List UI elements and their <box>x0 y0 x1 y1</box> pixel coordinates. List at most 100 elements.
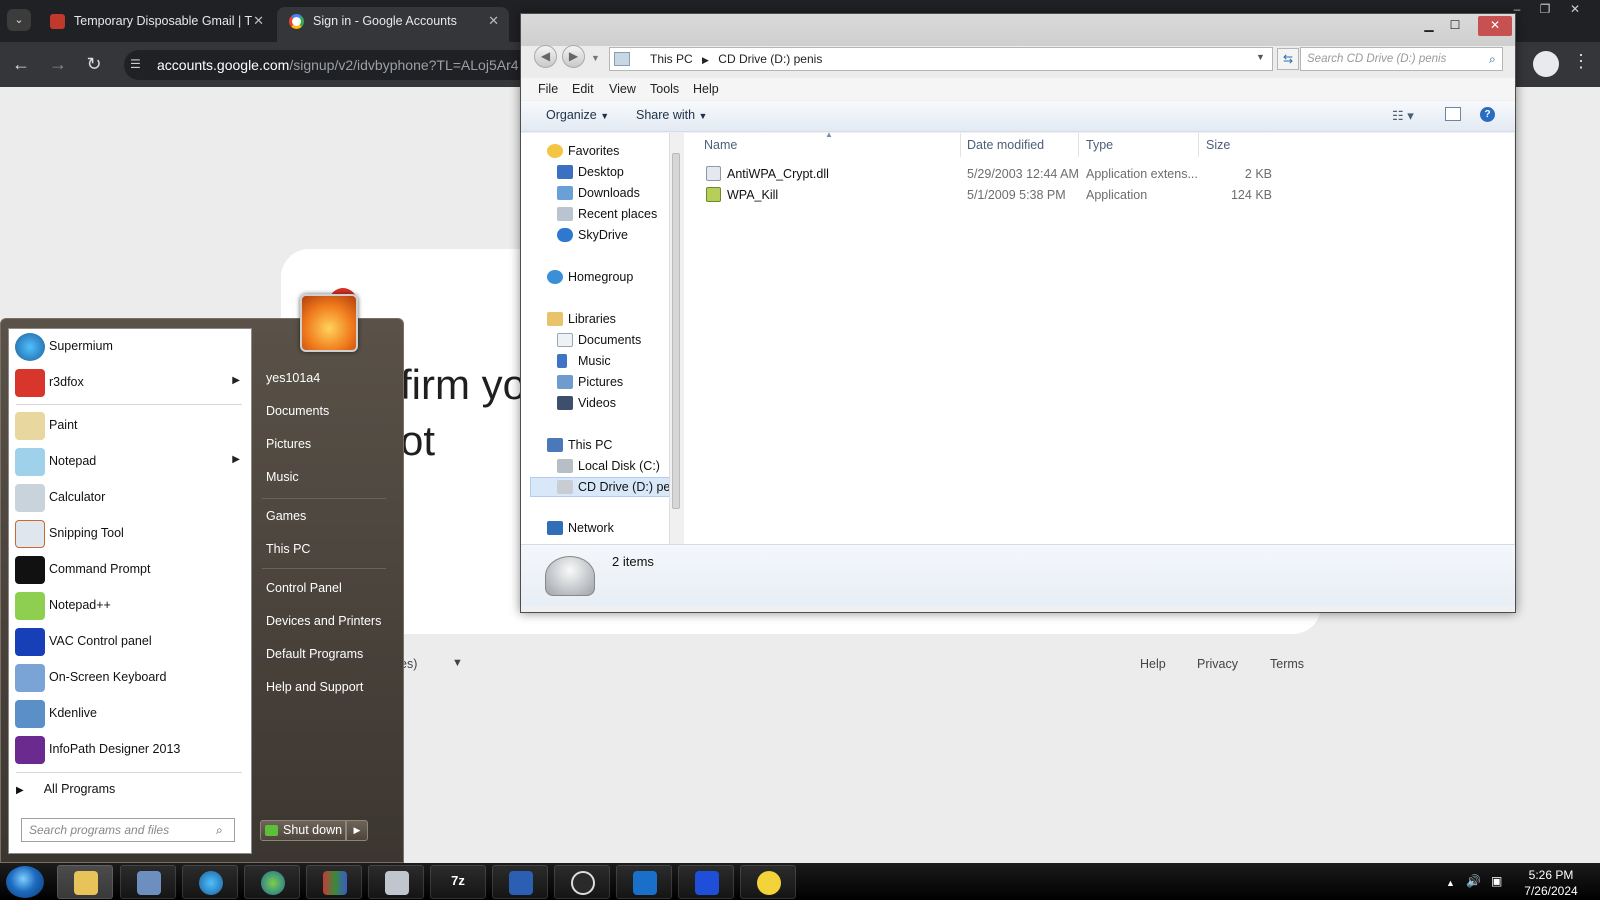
menu-help[interactable]: Help <box>693 82 719 96</box>
profile-avatar-icon[interactable] <box>1533 51 1559 77</box>
program-notepad[interactable]: Notepad ▶ <box>12 445 246 479</box>
program-infopath-designer[interactable]: InfoPath Designer 2013 <box>12 733 246 767</box>
nav-network[interactable]: Network <box>568 521 614 535</box>
help-icon[interactable]: ? <box>1480 107 1495 122</box>
forward-arrow-icon[interactable]: → <box>45 51 71 77</box>
footer-terms-link[interactable]: Terms <box>1270 657 1304 671</box>
back-arrow-icon[interactable]: ← <box>8 51 34 77</box>
explorer-address-bar[interactable]: This PC ▶ CD Drive (D:) penis <box>609 47 1273 71</box>
start-user-name[interactable]: yes101a4 <box>266 371 320 385</box>
explorer-search-input[interactable]: Search CD Drive (D:) penis <box>1300 47 1503 71</box>
taskbar-explorer[interactable] <box>57 865 113 899</box>
start-orb-icon[interactable] <box>6 866 44 898</box>
user-picture[interactable] <box>300 294 358 352</box>
taskbar-7zip[interactable]: 7z <box>430 865 486 899</box>
nav-recent-places[interactable]: Recent places <box>578 207 657 221</box>
browser-tab-tempmail[interactable]: Temporary Disposable Gmail | T ✕ <box>38 7 274 42</box>
volume-icon[interactable]: 🔊 <box>1466 874 1481 888</box>
nav-homegroup[interactable]: Homegroup <box>568 270 633 284</box>
nav-libraries[interactable]: Libraries <box>568 312 616 326</box>
start-documents[interactable]: Documents <box>266 404 329 418</box>
tab-search-button[interactable]: ⌄ <box>7 9 31 31</box>
all-programs-button[interactable]: ▶ All Programs <box>16 782 115 796</box>
start-default-programs[interactable]: Default Programs <box>266 647 363 661</box>
column-name[interactable]: Name <box>704 138 737 152</box>
start-devices-and-printers[interactable]: Devices and Printers <box>266 614 381 628</box>
program-paint[interactable]: Paint <box>12 409 246 443</box>
more-menu-icon[interactable]: ⋮ <box>1572 51 1590 72</box>
program-supermium[interactable]: Supermium <box>12 330 246 364</box>
start-music[interactable]: Music <box>266 470 299 484</box>
column-size[interactable]: Size <box>1206 138 1230 152</box>
nav-favorites[interactable]: Favorites <box>568 144 619 158</box>
refresh-icon[interactable]: ⇆ <box>1277 48 1299 70</box>
start-games[interactable]: Games <box>266 509 306 523</box>
start-control-panel[interactable]: Control Panel <box>266 581 342 595</box>
close-tab-icon[interactable]: ✕ <box>488 7 499 35</box>
explorer-close-button[interactable]: ✕ <box>1478 16 1512 36</box>
taskbar-winrar[interactable] <box>306 865 362 899</box>
program-calculator[interactable]: Calculator <box>12 481 246 515</box>
nav-music[interactable]: Music <box>578 354 611 368</box>
language-dropdown-icon[interactable]: ▼ <box>452 657 463 669</box>
menu-tools[interactable]: Tools <box>650 82 679 96</box>
explorer-maximize-button[interactable]: ☐ <box>1442 16 1468 36</box>
nav-desktop[interactable]: Desktop <box>578 165 624 179</box>
explorer-forward-icon[interactable]: ▶ <box>562 45 585 68</box>
program-notepad-plus-plus[interactable]: Notepad++ <box>12 589 246 623</box>
browser-tab-google-accounts[interactable]: Sign in - Google Accounts ✕ <box>277 7 509 42</box>
preview-pane-icon[interactable] <box>1445 107 1461 121</box>
nav-videos[interactable]: Videos <box>578 396 616 410</box>
recent-locations-icon[interactable]: ▼ <box>591 53 600 63</box>
shutdown-options-arrow-icon[interactable]: ▶ <box>346 820 368 841</box>
explorer-back-icon[interactable]: ◀ <box>534 45 557 68</box>
taskbar-word[interactable] <box>492 865 548 899</box>
address-dropdown-icon[interactable]: ▼ <box>1256 52 1265 62</box>
explorer-title-bar[interactable] <box>521 14 1515 46</box>
column-divider[interactable] <box>960 133 961 157</box>
address-crumb[interactable]: CD Drive (D:) penis <box>718 52 822 66</box>
change-view-icon[interactable]: ☷ ▾ <box>1392 108 1414 124</box>
file-name[interactable]: WPA_Kill <box>727 188 778 202</box>
nav-downloads[interactable]: Downloads <box>578 186 640 200</box>
share-with-button[interactable]: Share with ▼ <box>636 108 707 122</box>
nav-documents[interactable]: Documents <box>578 333 641 347</box>
menu-view[interactable]: View <box>609 82 636 96</box>
program-r3dfox[interactable]: r3dfox ▶ <box>12 366 246 400</box>
column-type[interactable]: Type <box>1086 138 1113 152</box>
start-this-pc[interactable]: This PC <box>266 542 310 556</box>
nav-cd-drive[interactable]: CD Drive (D:) pen <box>578 480 669 494</box>
system-clock[interactable]: 5:26 PM 7/26/2024 <box>1515 867 1587 899</box>
program-vac-control-panel[interactable]: VAC Control panel <box>12 625 246 659</box>
close-tab-icon[interactable]: ✕ <box>253 7 264 35</box>
nav-this-pc[interactable]: This PC <box>568 438 612 452</box>
taskbar-outlook[interactable] <box>616 865 672 899</box>
taskbar-device-app[interactable] <box>368 865 424 899</box>
address-crumb[interactable]: This PC <box>650 52 693 66</box>
footer-help-link[interactable]: Help <box>1140 657 1166 671</box>
menu-edit[interactable]: Edit <box>572 82 594 96</box>
taskbar-obs[interactable] <box>554 865 610 899</box>
taskbar-supermium[interactable] <box>182 865 238 899</box>
site-info-icon[interactable]: ☰ <box>130 57 141 71</box>
organize-button[interactable]: Organize ▼ <box>546 108 609 122</box>
url-text[interactable]: accounts.google.com/signup/v2/idvbyphone… <box>157 57 519 73</box>
footer-privacy-link[interactable]: Privacy <box>1197 657 1238 671</box>
nav-pictures[interactable]: Pictures <box>578 375 623 389</box>
browser-maximize-button[interactable]: ❐ <box>1530 0 1560 20</box>
tray-overflow-icon[interactable]: ▲ <box>1446 878 1455 888</box>
browser-close-button[interactable]: ✕ <box>1560 0 1590 20</box>
column-divider[interactable] <box>1078 133 1079 157</box>
start-pictures[interactable]: Pictures <box>266 437 311 451</box>
explorer-minimize-button[interactable]: ▁ <box>1416 16 1442 36</box>
reload-icon[interactable]: ↻ <box>81 51 107 77</box>
column-divider[interactable] <box>1198 133 1199 157</box>
taskbar-emoji-app[interactable] <box>740 865 796 899</box>
file-name[interactable]: AntiWPA_Crypt.dll <box>727 167 829 181</box>
search-icon[interactable]: ⌕ <box>1489 52 1496 67</box>
start-help-and-support[interactable]: Help and Support <box>266 680 363 694</box>
taskbar-computer[interactable] <box>120 865 176 899</box>
network-tray-icon[interactable]: ▣ <box>1491 874 1502 888</box>
column-date-modified[interactable]: Date modified <box>967 138 1044 152</box>
nav-scrollbar-thumb[interactable] <box>672 153 680 509</box>
